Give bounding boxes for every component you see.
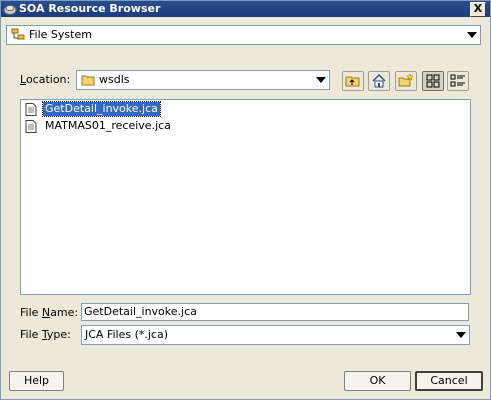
dialog-title: SOA Resource Browser xyxy=(19,2,161,15)
file-name-text: MATMAS01_receive.jca xyxy=(45,119,171,132)
folder-icon xyxy=(81,75,95,86)
chevron-down-icon[interactable] xyxy=(456,332,466,338)
list-view-button[interactable] xyxy=(422,71,444,91)
file-name-text: GetDetail_invoke.jca xyxy=(42,101,161,117)
up-one-level-button[interactable] xyxy=(342,71,364,91)
source-select[interactable]: File System xyxy=(6,25,481,45)
list-view-icon xyxy=(426,74,440,88)
details-view-button[interactable] xyxy=(447,71,469,91)
chevron-down-icon[interactable] xyxy=(467,32,477,38)
close-button[interactable]: X xyxy=(470,2,486,17)
file-list-item[interactable]: GetDetail_invoke.jca xyxy=(23,101,173,117)
location-value: wsdls xyxy=(99,73,130,86)
file-type-label: File Type: xyxy=(20,328,71,341)
soa-app-icon xyxy=(3,5,17,15)
file-list[interactable]: GetDetail_invoke.jca MATMAS01_receive.jc… xyxy=(20,99,471,295)
home-button[interactable] xyxy=(368,71,390,91)
file-name-label: File Name: xyxy=(20,306,79,319)
chevron-down-icon[interactable] xyxy=(316,77,326,83)
location-label: Location: xyxy=(20,73,71,86)
file-type-value: JCA Files (*.jca) xyxy=(85,328,169,341)
source-select-value: File System xyxy=(29,28,92,41)
file-name-input[interactable]: GetDetail_invoke.jca xyxy=(81,303,469,321)
details-view-icon xyxy=(450,74,465,87)
file-list-item[interactable]: MATMAS01_receive.jca xyxy=(23,119,173,133)
title-bar: SOA Resource Browser X xyxy=(1,1,490,17)
document-icon xyxy=(25,103,37,116)
file-system-icon xyxy=(11,28,25,40)
home-icon xyxy=(372,74,386,88)
document-icon xyxy=(25,120,37,133)
new-folder-icon xyxy=(398,73,414,87)
new-folder-button[interactable] xyxy=(395,71,417,91)
up-one-level-icon xyxy=(345,76,360,87)
file-type-select[interactable]: JCA Files (*.jca) xyxy=(81,325,470,345)
help-button[interactable]: Help xyxy=(9,371,64,391)
soa-resource-browser-dialog: SOA Resource Browser X File System Locat… xyxy=(0,0,491,400)
location-select[interactable]: wsdls xyxy=(76,70,330,90)
cancel-button[interactable]: Cancel xyxy=(415,371,483,391)
ok-button[interactable]: OK xyxy=(344,371,411,391)
